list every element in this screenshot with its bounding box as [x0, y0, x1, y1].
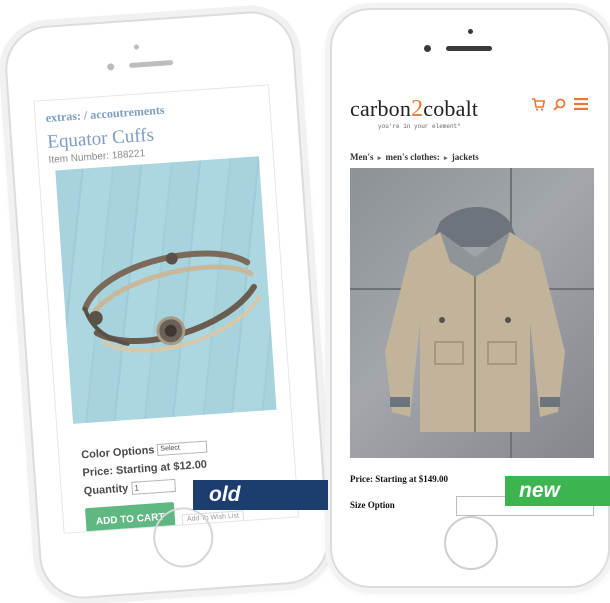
- breadcrumb-item[interactable]: Men's: [350, 152, 374, 162]
- phone-home-button: [444, 516, 498, 570]
- phone-camera-dot: [133, 44, 140, 50]
- size-option-label: Size Option: [350, 500, 395, 510]
- menu-icon[interactable]: [574, 98, 588, 114]
- logo-text-2: 2: [411, 96, 424, 122]
- phone-camera: [107, 63, 115, 71]
- phone-camera: [424, 45, 431, 52]
- old-version-label: old: [193, 480, 328, 510]
- color-select[interactable]: Select: [157, 440, 208, 457]
- phone-camera-dot: [468, 29, 473, 34]
- cart-icon[interactable]: [531, 98, 546, 114]
- old-phone-mockup: extras: / accoutrements Equator Cuffs It…: [2, 8, 332, 602]
- breadcrumb-item[interactable]: jackets: [452, 152, 479, 162]
- quantity-row: Quantity 1: [83, 477, 210, 499]
- logo-text-carbon: carbon: [350, 96, 412, 121]
- chevron-right-icon: ▸: [377, 154, 382, 162]
- phone-speaker: [446, 46, 492, 51]
- quantity-label: Quantity: [83, 482, 129, 498]
- product-image: [350, 168, 594, 458]
- new-site-screen: carbon2cobalt you're in your element* Me…: [346, 84, 594, 521]
- price-text: Price: Starting at $149.00: [350, 474, 448, 484]
- color-options-label: Color Options: [80, 444, 155, 462]
- search-icon[interactable]: [553, 98, 566, 114]
- phone-speaker: [129, 59, 174, 69]
- color-options-row: Color Options Select: [80, 440, 208, 462]
- jacket-illustration: [385, 207, 565, 432]
- site-tagline: you're in your element*: [378, 123, 461, 130]
- header-icons: [531, 98, 588, 114]
- new-version-label: new: [505, 476, 610, 506]
- quantity-input[interactable]: 1: [130, 478, 176, 496]
- breadcrumb: Men's ▸ men's clothes: ▸ jackets: [346, 130, 594, 162]
- old-site-screen: extras: / accoutrements Equator Cuffs It…: [33, 84, 300, 534]
- breadcrumb-item[interactable]: men's clothes:: [386, 152, 440, 162]
- price-text: Price: Starting at $12.00: [82, 458, 208, 480]
- chevron-right-icon: ▸: [444, 154, 448, 162]
- bracelet-illustration: [82, 250, 262, 353]
- product-image: [55, 156, 277, 424]
- logo-text-cobalt: cobalt: [423, 96, 479, 121]
